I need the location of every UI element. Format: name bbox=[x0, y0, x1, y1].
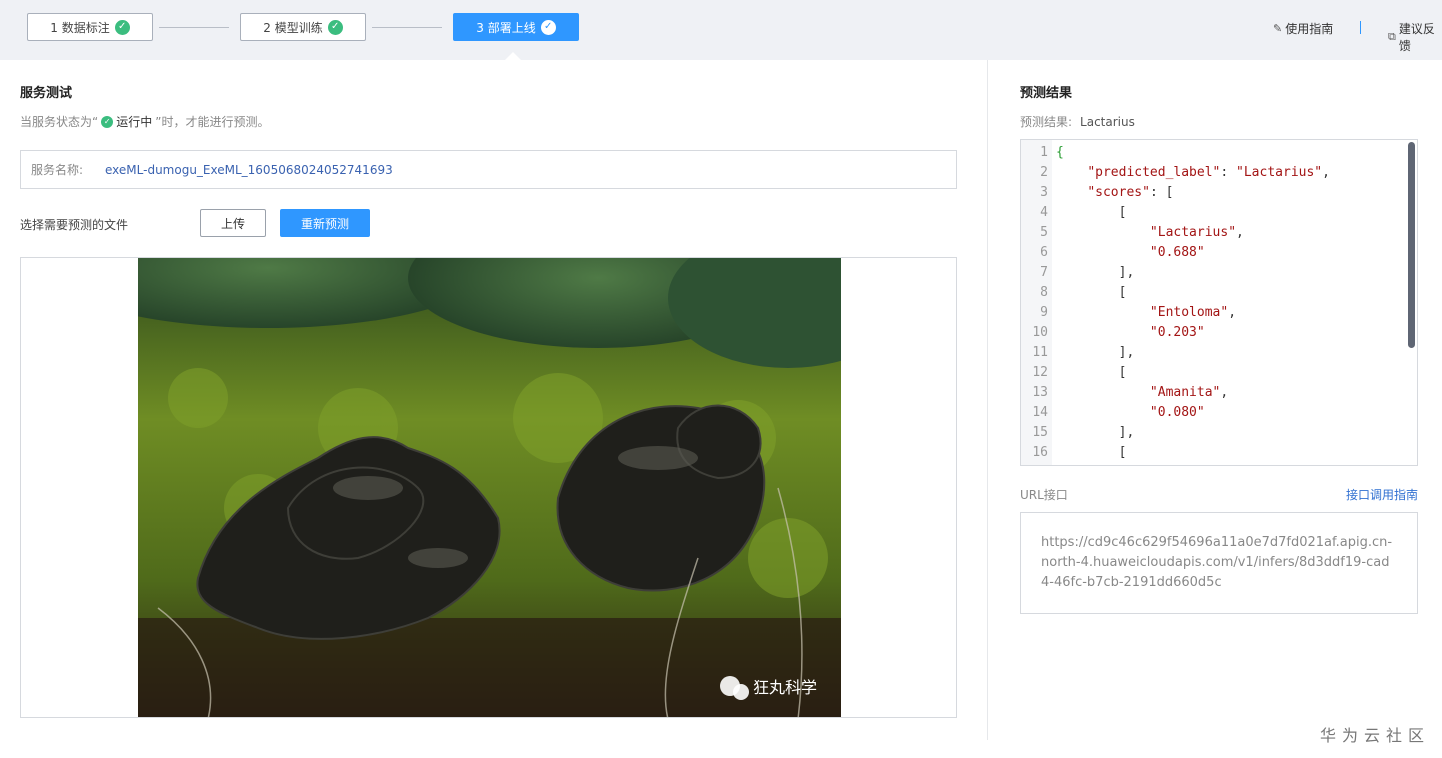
prediction-result-summary: 预测结果: Lactarius bbox=[1020, 113, 1135, 130]
prediction-title: 预测结果 bbox=[1020, 86, 1073, 101]
code-text: ], bbox=[1056, 265, 1135, 280]
code-text: "0.688" bbox=[1149, 245, 1205, 260]
step-model-training[interactable]: 2 模型训练 ✓ bbox=[240, 13, 366, 41]
line-number: 8 bbox=[1040, 285, 1048, 300]
prediction-image-preview: 狂丸科学 bbox=[20, 257, 957, 718]
line-number: 6 bbox=[1040, 245, 1048, 260]
prediction-json-viewer[interactable]: 1{2 "predicted_label": "Lactarius", 3 "sc… bbox=[1020, 139, 1418, 466]
code-text: "Amanita", bbox=[1149, 385, 1229, 400]
active-step-caret bbox=[505, 52, 521, 60]
running-status-icon: ✓ bbox=[101, 115, 114, 128]
feedback-link[interactable]: ⧉ 建议反馈 bbox=[1388, 20, 1442, 54]
edit-doc-icon: ✎ bbox=[1273, 22, 1283, 35]
code-line: 4 [ bbox=[1021, 203, 1417, 223]
code-line: 13 "Amanita", bbox=[1021, 383, 1417, 403]
code-text: "predicted_label": "Lactarius", bbox=[1087, 165, 1330, 180]
code-text: "Entoloma", bbox=[1149, 305, 1237, 320]
image-watermark-text: 狂丸科学 bbox=[753, 678, 817, 697]
line-number: 16 bbox=[1032, 445, 1048, 460]
code-text: { bbox=[1056, 145, 1064, 160]
code-line: 14 "0.080" bbox=[1021, 403, 1417, 423]
code-text: ], bbox=[1056, 345, 1135, 360]
mushroom-photo: 狂丸科学 bbox=[138, 258, 841, 717]
code-text: [ bbox=[1056, 285, 1127, 300]
repredict-button[interactable]: 重新预测 bbox=[280, 209, 370, 237]
line-number: 11 bbox=[1032, 345, 1048, 360]
api-guide-link[interactable]: 接口调用指南 bbox=[1346, 486, 1418, 503]
api-url-field[interactable]: https://cd9c46c629f54696a11a0e7d7fd021af… bbox=[1020, 512, 1418, 614]
service-name-label: 服务名称: bbox=[31, 163, 84, 177]
code-text: [ bbox=[1056, 365, 1127, 380]
usage-guide-link[interactable]: ✎ 使用指南 bbox=[1273, 20, 1333, 37]
feedback-label: 建议反馈 bbox=[1398, 22, 1435, 53]
wechat-watermark: 狂丸科学 bbox=[720, 676, 817, 700]
code-scrollbar[interactable] bbox=[1408, 142, 1415, 348]
step-data-labeling[interactable]: 1 数据标注 ✓ bbox=[27, 13, 153, 41]
service-name-field: 服务名称: exeML-dumogu_ExeML_160506802405274… bbox=[20, 150, 957, 189]
top-link-separator bbox=[1360, 21, 1361, 34]
note-suffix: ”时，才能进行预测。 bbox=[155, 115, 270, 129]
code-text: "scores": [ bbox=[1087, 185, 1174, 200]
code-line: 9 "Entoloma", bbox=[1021, 303, 1417, 323]
code-line: 1{ bbox=[1021, 143, 1417, 163]
code-line: 12 [ bbox=[1021, 363, 1417, 383]
step-label: 3 部署上线 bbox=[476, 20, 536, 35]
code-line: 6 "0.688" bbox=[1021, 243, 1417, 263]
line-number: 9 bbox=[1040, 305, 1048, 320]
external-edit-icon: ⧉ bbox=[1388, 30, 1396, 43]
code-text: ], bbox=[1056, 425, 1135, 440]
line-number: 2 bbox=[1040, 165, 1048, 180]
code-text: "Lactarius", bbox=[1149, 225, 1244, 240]
step-bar: 1 数据标注 ✓ 2 模型训练 ✓ 3 部署上线 ✓ ✎ 使用指南 ⧉ 建议反馈 bbox=[0, 0, 1442, 60]
step-label: 2 模型训练 bbox=[263, 20, 323, 35]
code-text: [ bbox=[1056, 205, 1127, 220]
line-number: 7 bbox=[1040, 265, 1048, 280]
step-connector bbox=[159, 27, 229, 28]
service-test-title: 服务测试 bbox=[20, 86, 73, 101]
step-label: 1 数据标注 bbox=[50, 20, 110, 35]
line-number: 10 bbox=[1032, 325, 1048, 340]
code-line: 7 ], bbox=[1021, 263, 1417, 283]
line-number: 1 bbox=[1040, 145, 1048, 160]
line-number: 13 bbox=[1032, 385, 1048, 400]
prediction-result-label: 预测结果: bbox=[1020, 115, 1073, 129]
line-number: 5 bbox=[1040, 225, 1048, 240]
footer-watermark: 华为云社区 bbox=[1319, 726, 1430, 745]
line-number: 12 bbox=[1032, 365, 1048, 380]
code-line: 15 ], bbox=[1021, 423, 1417, 443]
url-interface-label: URL接口 bbox=[1020, 488, 1068, 502]
code-text: "0.203" bbox=[1149, 325, 1205, 340]
step-connector bbox=[372, 27, 442, 28]
service-status-note: 当服务状态为“ ✓ 运行中 ”时，才能进行预测。 bbox=[20, 113, 269, 130]
file-select-label: 选择需要预测的文件 bbox=[20, 218, 129, 232]
line-number: 15 bbox=[1032, 425, 1048, 440]
code-line: 16 [ bbox=[1021, 443, 1417, 463]
code-text: [ bbox=[1056, 445, 1127, 460]
panel-divider bbox=[987, 60, 988, 740]
line-number: 14 bbox=[1032, 405, 1048, 420]
note-status: 运行中 bbox=[116, 115, 153, 129]
code-line: 3 "scores": [ bbox=[1021, 183, 1417, 203]
check-icon: ✓ bbox=[114, 19, 130, 35]
code-line: 5 "Lactarius", bbox=[1021, 223, 1417, 243]
line-number: 3 bbox=[1040, 185, 1048, 200]
code-text: "0.080" bbox=[1149, 405, 1205, 420]
code-line: 2 "predicted_label": "Lactarius", bbox=[1021, 163, 1417, 183]
step-deploy[interactable]: 3 部署上线 ✓ bbox=[453, 13, 579, 41]
code-line: 11 ], bbox=[1021, 343, 1417, 363]
prediction-result-value: Lactarius bbox=[1080, 115, 1135, 129]
service-name-value: exeML-dumogu_ExeML_1605068024052741693 bbox=[105, 162, 393, 177]
line-number: 4 bbox=[1040, 205, 1048, 220]
note-prefix: 当服务状态为“ bbox=[20, 115, 99, 129]
code-line: 8 [ bbox=[1021, 283, 1417, 303]
upload-button[interactable]: 上传 bbox=[200, 209, 266, 237]
check-icon: ✓ bbox=[327, 19, 343, 35]
usage-guide-label: 使用指南 bbox=[1285, 22, 1334, 36]
code-line: 10 "0.203" bbox=[1021, 323, 1417, 343]
check-icon: ✓ bbox=[540, 19, 556, 35]
